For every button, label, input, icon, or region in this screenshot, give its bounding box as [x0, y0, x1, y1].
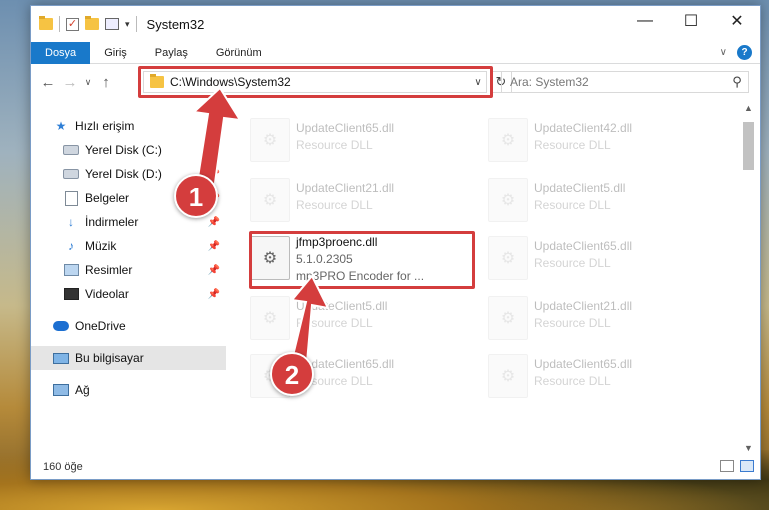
callout-badge-1: 1	[174, 174, 218, 218]
callout-badge-2: 2	[270, 352, 314, 396]
callout-arrows	[191, 86, 330, 376]
